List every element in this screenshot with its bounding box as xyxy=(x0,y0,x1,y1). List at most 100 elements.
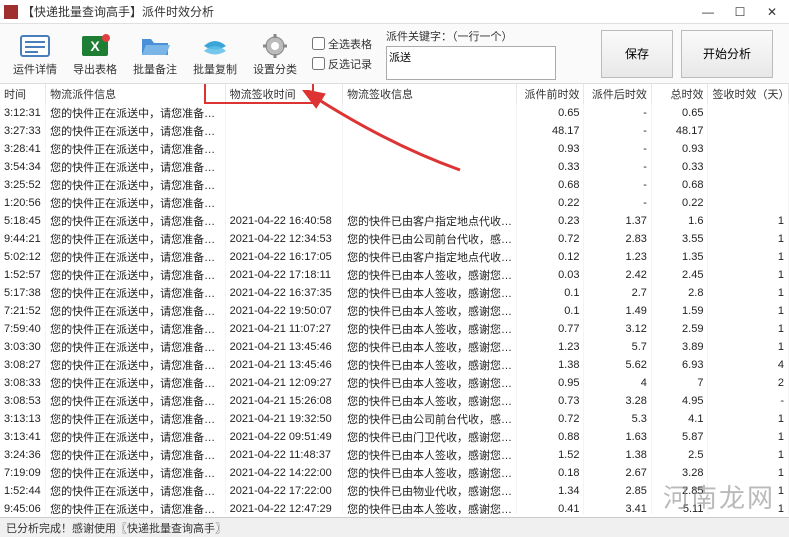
col-sign[interactable]: 签收时效（天） xyxy=(708,84,789,104)
tool-copy[interactable]: 批量复制 xyxy=(186,26,244,82)
close-button[interactable]: ✕ xyxy=(765,5,779,19)
cell: 0.41 xyxy=(517,500,584,514)
cell: 3:12:31 xyxy=(0,104,46,122)
reverse-checkbox[interactable] xyxy=(312,57,325,70)
cell: 3:08:53 xyxy=(0,392,46,410)
table-row[interactable]: 3:28:41您的快件正在派送中，请您准备…0.93-0.93 xyxy=(0,140,789,158)
col-time[interactable]: 时间 xyxy=(0,84,46,104)
cell xyxy=(708,140,789,158)
table-row[interactable]: 3:08:53您的快件正在派送中，请您准备…2021-04-21 15:26:0… xyxy=(0,392,789,410)
table-row[interactable]: 5:02:12您的快件正在派送中，请您准备…2021-04-22 16:17:0… xyxy=(0,248,789,266)
select-all-checkbox[interactable] xyxy=(312,37,325,50)
cell: 0.12 xyxy=(517,248,584,266)
cell: 5.11 xyxy=(651,500,708,514)
table-row[interactable]: 3:27:33您的快件正在派送中，请您准备…48.17-48.17 xyxy=(0,122,789,140)
data-grid[interactable]: 时间 物流派件信息 物流签收时间 物流签收信息 派件前时效 派件后时效 总时效 … xyxy=(0,84,789,514)
svg-text:X: X xyxy=(90,38,100,54)
keyword-textarea[interactable] xyxy=(386,46,556,80)
status-bar: 已分析完成！感谢使用〖快递批量查询高手〗 xyxy=(0,517,789,537)
cell: 您的快件已由本人签收，感谢您… xyxy=(343,266,517,284)
cell: 您的快件正在派送中，请您准备… xyxy=(46,212,225,230)
cell: 2.85 xyxy=(651,482,708,500)
cell: 您的快件正在派送中，请您准备… xyxy=(46,122,225,140)
cell: 1 xyxy=(708,338,789,356)
cell: 0.65 xyxy=(517,104,584,122)
cell: 3:03:30 xyxy=(0,338,46,356)
table-row[interactable]: 7:19:09您的快件正在派送中，请您准备…2021-04-22 14:22:0… xyxy=(0,464,789,482)
col-receive-info[interactable]: 物流签收信息 xyxy=(343,84,517,104)
cell: 2021-04-22 09:51:49 xyxy=(225,428,342,446)
tool-detail[interactable]: 运件详情 xyxy=(6,26,64,82)
table-row[interactable]: 9:45:06您的快件正在派送中，请您准备…2021-04-22 12:47:2… xyxy=(0,500,789,514)
reverse-check[interactable]: 反选记录 xyxy=(312,56,372,72)
table-row[interactable]: 3:08:27您的快件正在派送中，请您准备…2021-04-21 13:45:4… xyxy=(0,356,789,374)
cell: 2021-04-21 13:45:46 xyxy=(225,338,342,356)
table-row[interactable]: 1:52:44您的快件正在派送中，请您准备…2021-04-22 17:22:0… xyxy=(0,482,789,500)
cell: 9:45:06 xyxy=(0,500,46,514)
table-row[interactable]: 3:03:30您的快件正在派送中，请您准备…2021-04-21 13:45:4… xyxy=(0,338,789,356)
cell: 7:59:40 xyxy=(0,320,46,338)
cell: 1 xyxy=(708,302,789,320)
cell: 2021-04-22 14:22:00 xyxy=(225,464,342,482)
table-row[interactable]: 3:54:34您的快件正在派送中，请您准备…0.33-0.33 xyxy=(0,158,789,176)
table-row[interactable]: 3:13:13您的快件正在派送中，请您准备…2021-04-21 19:32:5… xyxy=(0,410,789,428)
tool-remark[interactable]: 批量备注 xyxy=(126,26,184,82)
table-row[interactable]: 1:20:56您的快件正在派送中，请您准备…0.22-0.22 xyxy=(0,194,789,212)
table-row[interactable]: 3:08:33您的快件正在派送中，请您准备…2021-04-21 12:09:2… xyxy=(0,374,789,392)
cell xyxy=(343,176,517,194)
col-receive-time[interactable]: 物流签收时间 xyxy=(225,84,342,104)
cell: 0.1 xyxy=(517,302,584,320)
table-row[interactable]: 3:25:52您的快件正在派送中，请您准备…0.68-0.68 xyxy=(0,176,789,194)
cell: 您的快件已由本人签收，感谢您… xyxy=(343,374,517,392)
cell: 4.95 xyxy=(651,392,708,410)
table-row[interactable]: 7:59:40您的快件正在派送中，请您准备…2021-04-21 11:07:2… xyxy=(0,320,789,338)
tool-label: 设置分类 xyxy=(253,61,297,77)
cell: 3.41 xyxy=(584,500,651,514)
minimize-button[interactable]: — xyxy=(701,5,715,19)
col-pre[interactable]: 派件前时效 xyxy=(517,84,584,104)
cell xyxy=(343,140,517,158)
table-row[interactable]: 3:24:36您的快件正在派送中，请您准备…2021-04-22 11:48:3… xyxy=(0,446,789,464)
start-analyze-button[interactable]: 开始分析 xyxy=(681,30,773,78)
table-row[interactable]: 7:21:52您的快件正在派送中，请您准备…2021-04-22 19:50:0… xyxy=(0,302,789,320)
cell: 2021-04-22 16:40:58 xyxy=(225,212,342,230)
cell: - xyxy=(708,392,789,410)
table-row[interactable]: 3:13:41您的快件正在派送中，请您准备…2021-04-22 09:51:4… xyxy=(0,428,789,446)
cell: 3:13:13 xyxy=(0,410,46,428)
cell: 0.88 xyxy=(517,428,584,446)
col-total[interactable]: 总时效 xyxy=(651,84,708,104)
table-row[interactable]: 3:12:31您的快件正在派送中，请您准备…0.65-0.65 xyxy=(0,104,789,122)
tool-label: 运件详情 xyxy=(13,61,57,77)
cell xyxy=(708,104,789,122)
cell xyxy=(708,122,789,140)
cell: 0.33 xyxy=(651,158,708,176)
table-row[interactable]: 5:18:45您的快件正在派送中，请您准备…2021-04-22 16:40:5… xyxy=(0,212,789,230)
save-button[interactable]: 保存 xyxy=(601,30,673,78)
table-row[interactable]: 9:44:21您的快件正在派送中，请您准备…2021-04-22 12:34:5… xyxy=(0,230,789,248)
cell: 1 xyxy=(708,410,789,428)
cell: 5.87 xyxy=(651,428,708,446)
cell: 您的快件正在派送中，请您准备… xyxy=(46,104,225,122)
cell: 您的快件正在派送中，请您准备… xyxy=(46,230,225,248)
cell: 2021-04-22 12:34:53 xyxy=(225,230,342,248)
maximize-button[interactable]: ☐ xyxy=(733,5,747,19)
cell: 0.33 xyxy=(517,158,584,176)
tool-export[interactable]: X 导出表格 xyxy=(66,26,124,82)
cell: 1:52:57 xyxy=(0,266,46,284)
cell xyxy=(708,194,789,212)
cell: 5.3 xyxy=(584,410,651,428)
cell xyxy=(225,122,342,140)
cell: 3:27:33 xyxy=(0,122,46,140)
table-row[interactable]: 1:52:57您的快件正在派送中，请您准备…2021-04-22 17:18:1… xyxy=(0,266,789,284)
table-row[interactable]: 5:17:38您的快件正在派送中，请您准备…2021-04-22 16:37:3… xyxy=(0,284,789,302)
col-logistics-info[interactable]: 物流派件信息 xyxy=(46,84,225,104)
select-all-check[interactable]: 全选表格 xyxy=(312,36,372,52)
cell: 5:18:45 xyxy=(0,212,46,230)
tool-category[interactable]: 设置分类 xyxy=(246,26,304,82)
cell: 2 xyxy=(708,374,789,392)
col-post[interactable]: 派件后时效 xyxy=(584,84,651,104)
cell: 2.85 xyxy=(584,482,651,500)
cell: 1.35 xyxy=(651,248,708,266)
header-row: 时间 物流派件信息 物流签收时间 物流签收信息 派件前时效 派件后时效 总时效 … xyxy=(0,84,789,104)
cell: 1 xyxy=(708,446,789,464)
